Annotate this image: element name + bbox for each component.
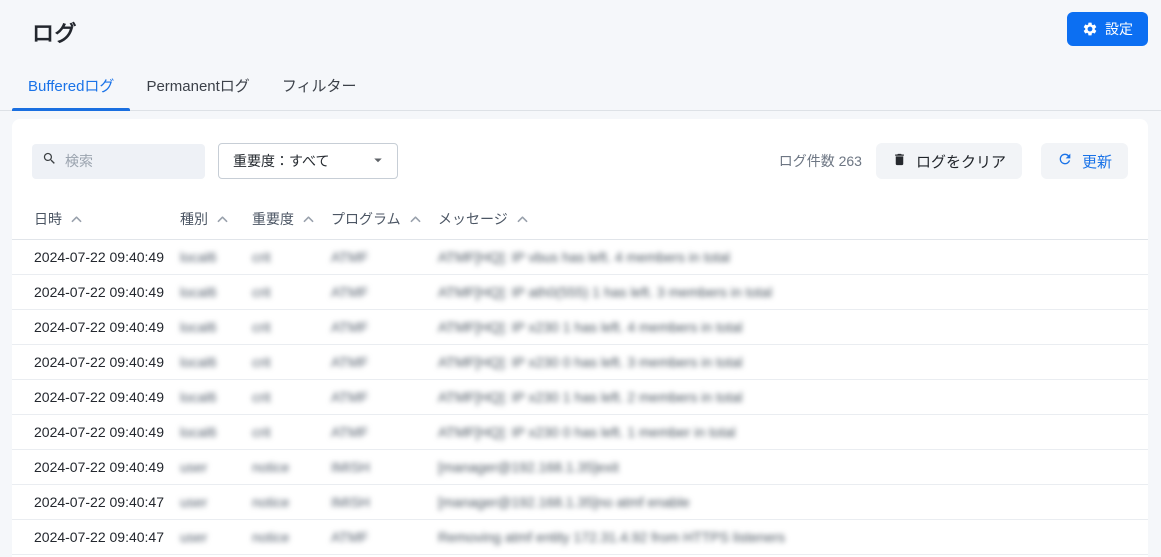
table-row[interactable]: 2024-07-22 09:40:49 local6 crit ATMF ATM… — [12, 239, 1148, 275]
cell-message: ATMF[HQ]: IP x230 0 has left. 1 member i… — [426, 414, 1148, 450]
sort-asc-icon[interactable] — [517, 210, 528, 226]
cell-facility: local6 — [168, 239, 240, 275]
cell-severity: notice — [240, 449, 319, 485]
cell-program: IMISH — [319, 484, 426, 520]
column-header-program[interactable]: プログラム — [319, 201, 426, 240]
cell-facility: user — [168, 519, 240, 555]
cell-severity: crit — [240, 309, 319, 345]
log-table-header-row: 日時 種別 重要度 プログラム メッセージ — [12, 201, 1148, 240]
cell-severity: crit — [240, 274, 319, 310]
cell-program: IMISH — [319, 449, 426, 485]
search-input[interactable] — [65, 153, 195, 169]
refresh-icon — [1057, 151, 1073, 171]
cell-datetime: 2024-07-22 09:40:49 — [12, 344, 168, 380]
cell-program: ATMF — [319, 239, 426, 275]
sort-asc-icon[interactable] — [303, 210, 314, 226]
log-panel: 重要度：すべて ログ件数 263 ログをクリア 更新 日時 — [12, 119, 1148, 557]
tab-buffered-log[interactable]: Bufferedログ — [12, 62, 131, 111]
cell-program: ATMF — [319, 379, 426, 415]
sort-asc-icon[interactable] — [410, 210, 421, 226]
log-count-label: ログ件数 — [778, 153, 835, 169]
tab-bar: Bufferedログ Permanentログ フィルター — [0, 62, 1161, 111]
cell-datetime: 2024-07-22 09:40:49 — [12, 239, 168, 275]
settings-button[interactable]: 設定 — [1067, 12, 1148, 46]
tab-permanent-log[interactable]: Permanentログ — [130, 62, 265, 110]
refresh-button[interactable]: 更新 — [1040, 143, 1128, 179]
cell-message: ATMF[HQ]: IP x230 1 has left. 2 members … — [426, 379, 1148, 415]
refresh-label: 更新 — [1081, 153, 1112, 171]
cell-facility: local6 — [168, 414, 240, 450]
settings-button-label: 設定 — [1105, 21, 1133, 37]
cell-message: ATMF[HQ]: IP vbus has left. 4 members in… — [426, 239, 1148, 275]
cell-severity: crit — [240, 414, 319, 450]
table-row[interactable]: 2024-07-22 09:40:49 user notice IMISH [m… — [12, 449, 1148, 485]
cell-severity: crit — [240, 344, 319, 380]
cell-datetime: 2024-07-22 09:40:49 — [12, 274, 168, 310]
clear-logs-button[interactable]: ログをクリア — [875, 143, 1022, 179]
column-header-message[interactable]: メッセージ — [426, 201, 1148, 240]
cell-severity: crit — [240, 239, 319, 275]
cell-facility: user — [168, 484, 240, 520]
cell-facility: user — [168, 449, 240, 485]
trash-icon — [892, 152, 907, 171]
severity-filter-value: 重要度：すべて — [233, 153, 330, 169]
log-toolbar: 重要度：すべて ログ件数 263 ログをクリア 更新 — [12, 119, 1148, 179]
cell-program: ATMF — [319, 519, 426, 555]
search-box[interactable] — [32, 143, 205, 179]
sort-asc-icon[interactable] — [71, 210, 82, 226]
cell-message: ATMF[HQ]: IP x230 0 has left. 3 members … — [426, 344, 1148, 380]
table-row[interactable]: 2024-07-22 09:40:49 local6 crit ATMF ATM… — [12, 379, 1148, 415]
cell-severity: notice — [240, 484, 319, 520]
log-count: ログ件数 263 — [779, 151, 862, 171]
cell-program: ATMF — [319, 309, 426, 345]
table-row[interactable]: 2024-07-22 09:40:49 local6 crit ATMF ATM… — [12, 309, 1148, 345]
table-row[interactable]: 2024-07-22 09:40:47 user notice ATMF Rem… — [12, 519, 1148, 555]
column-header-facility[interactable]: 種別 — [168, 201, 240, 240]
cell-message: ATMF[HQ]: IP x230 1 has left. 4 members … — [426, 309, 1148, 345]
cell-program: ATMF — [319, 344, 426, 380]
cell-message: [manager@192.168.1.35]exit — [426, 449, 1148, 485]
cell-severity: crit — [240, 379, 319, 415]
log-table: 日時 種別 重要度 プログラム メッセージ 2024-07-22 09:40:4… — [12, 201, 1148, 555]
cell-datetime: 2024-07-22 09:40:49 — [12, 309, 168, 345]
page-header: ログ 設定 — [0, 0, 1161, 48]
column-header-severity[interactable]: 重要度 — [240, 201, 319, 240]
table-row[interactable]: 2024-07-22 09:40:49 local6 crit ATMF ATM… — [12, 414, 1148, 450]
table-row[interactable]: 2024-07-22 09:40:49 local6 crit ATMF ATM… — [12, 274, 1148, 310]
search-icon — [42, 151, 57, 171]
column-header-datetime[interactable]: 日時 — [12, 201, 168, 240]
cell-message: [manager@192.168.1.35]no atmf enable — [426, 484, 1148, 520]
cell-program: ATMF — [319, 274, 426, 310]
table-row[interactable]: 2024-07-22 09:40:49 local6 crit ATMF ATM… — [12, 344, 1148, 380]
cell-datetime: 2024-07-22 09:40:49 — [12, 449, 168, 485]
tab-filter[interactable]: フィルター — [266, 62, 373, 110]
cell-facility: local6 — [168, 344, 240, 380]
cell-datetime: 2024-07-22 09:40:49 — [12, 414, 168, 450]
cell-facility: local6 — [168, 274, 240, 310]
log-table-body: 2024-07-22 09:40:49 local6 crit ATMF ATM… — [12, 239, 1148, 555]
table-row[interactable]: 2024-07-22 09:40:47 user notice IMISH [m… — [12, 484, 1148, 520]
page-title: ログ — [32, 21, 78, 46]
cell-program: ATMF — [319, 414, 426, 450]
cell-facility: local6 — [168, 309, 240, 345]
log-count-value: 263 — [838, 153, 862, 169]
cell-facility: local6 — [168, 379, 240, 415]
clear-logs-label: ログをクリア — [915, 153, 1006, 171]
chevron-down-icon — [369, 151, 387, 172]
cell-datetime: 2024-07-22 09:40:47 — [12, 519, 168, 555]
cell-message: Removing atmf entity 172.31.4.92 from HT… — [426, 519, 1148, 555]
cell-datetime: 2024-07-22 09:40:49 — [12, 379, 168, 415]
severity-filter-select[interactable]: 重要度：すべて — [218, 143, 398, 179]
gear-icon — [1082, 21, 1098, 37]
sort-asc-icon[interactable] — [217, 210, 228, 226]
cell-datetime: 2024-07-22 09:40:47 — [12, 484, 168, 520]
cell-message: ATMF[HQ]: IP ath0(555) 1 has left. 3 mem… — [426, 274, 1148, 310]
cell-severity: notice — [240, 519, 319, 555]
